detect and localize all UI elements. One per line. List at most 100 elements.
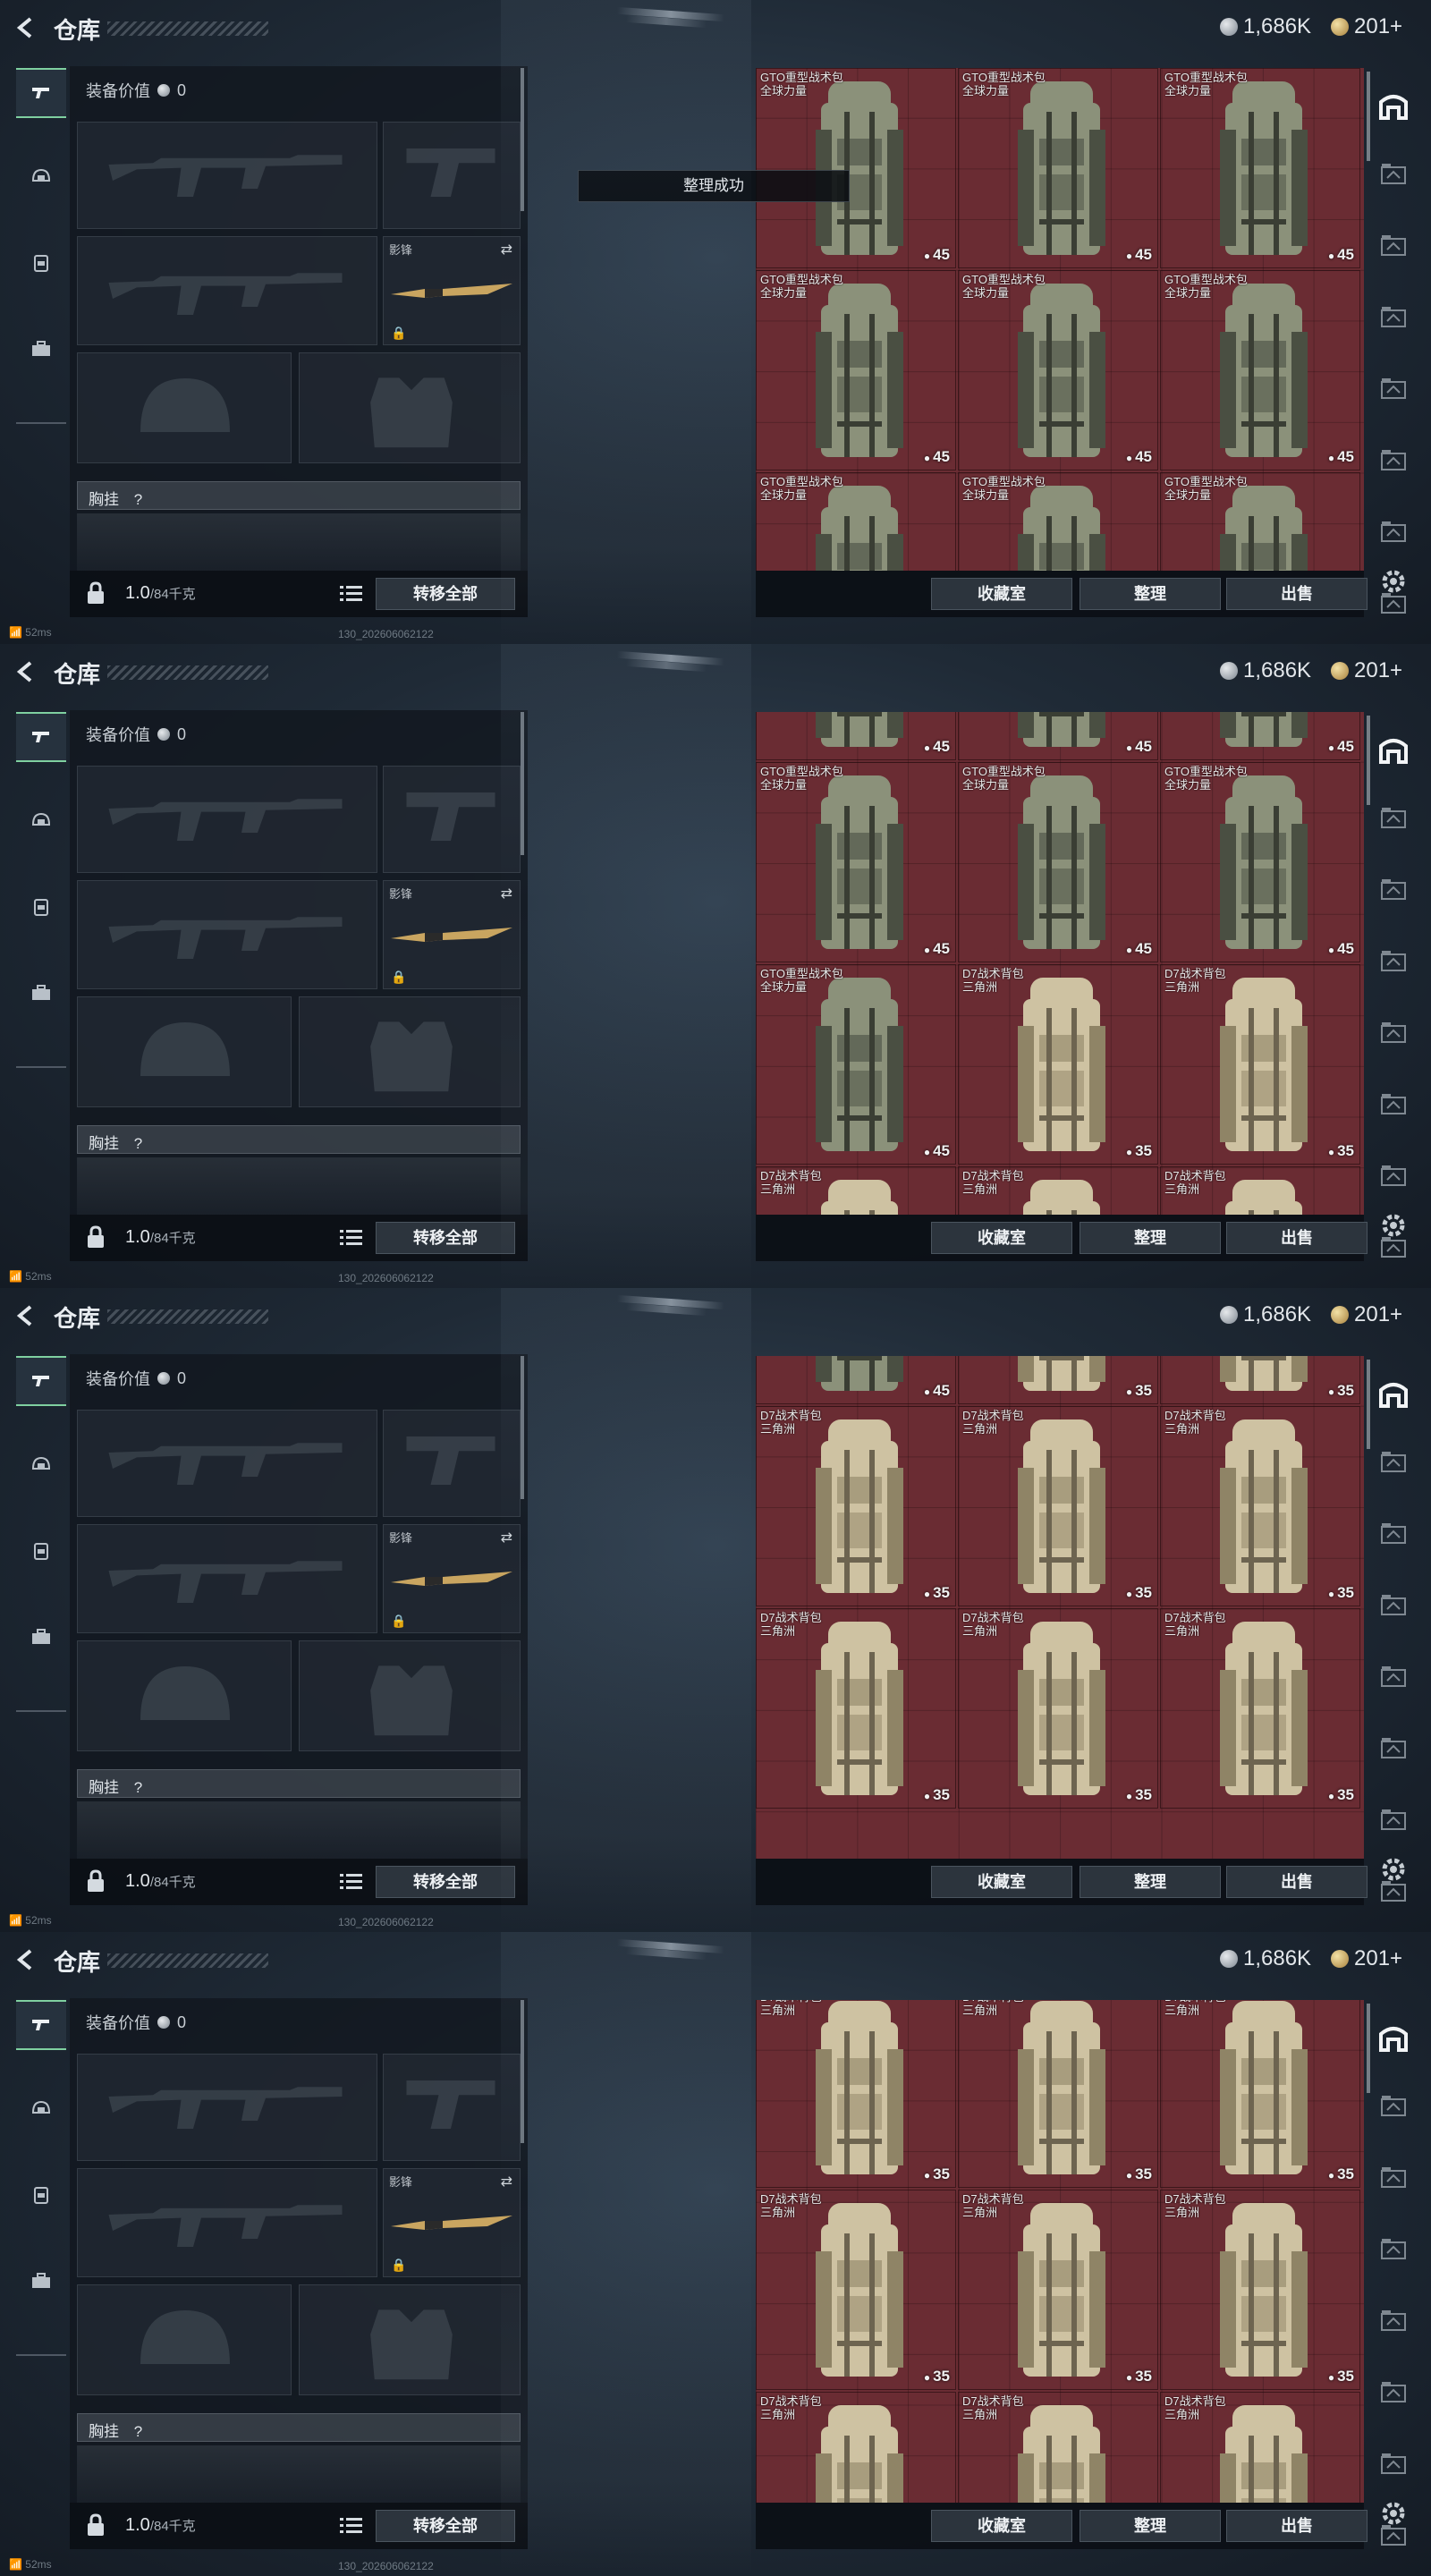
list-icon[interactable] (340, 2515, 363, 2535)
nav-helmet[interactable] (16, 2084, 66, 2134)
storage-tab-icon[interactable] (1374, 2374, 1413, 2410)
equipment-scrollbar[interactable] (521, 1356, 524, 1499)
silver-currency[interactable]: 1,686K (1220, 14, 1311, 39)
inventory-item-gto-backpack[interactable]: GTO重型战术包全球力量●45 (1160, 270, 1360, 470)
pistol-slot[interactable] (383, 122, 521, 229)
gold-currency[interactable]: 201+ (1331, 1946, 1402, 1971)
sell-button[interactable]: 出售 (1226, 1866, 1367, 1898)
nav-helmet[interactable] (16, 152, 66, 202)
inventory-item-d7-backpack[interactable]: D7战术背包三角洲●35 (958, 2000, 1158, 2188)
armor-slot[interactable] (299, 2284, 521, 2395)
silver-currency[interactable]: 1,686K (1220, 1946, 1311, 1971)
gold-currency[interactable]: 201+ (1331, 14, 1402, 39)
storage-tab-icon[interactable] (1374, 1014, 1413, 1050)
inventory-item-d7-backpack[interactable]: D7战术背包三角洲●35 (756, 1406, 956, 1606)
inventory-item-d7-backpack[interactable]: D7战术背包三角洲●35 (756, 2392, 956, 2503)
inventory-item-gto-backpack[interactable]: GTO重型战术包全球力量●45 (1160, 712, 1360, 760)
storage-tab-icon[interactable] (1374, 1587, 1413, 1623)
melee-slot[interactable]: 影锋 ⇄ 🔒 (383, 880, 521, 989)
nav-weapons[interactable] (16, 2000, 66, 2050)
storage-tab-icon[interactable] (1374, 2088, 1413, 2123)
inventory-item-d7-backpack[interactable]: D7战术背包三角洲●35 (1160, 964, 1360, 1165)
chest-rig-slot[interactable] (77, 1801, 521, 1859)
nav-weapons[interactable] (16, 1356, 66, 1406)
transfer-all-button[interactable]: 转移全部 (376, 1866, 515, 1898)
storage-tab-icon[interactable] (1374, 871, 1413, 907)
help-icon[interactable]: ? (134, 1135, 142, 1152)
inventory-item-gto-backpack[interactable]: GTO重型战术包全球力量●45 (958, 472, 1158, 571)
silver-currency[interactable]: 1,686K (1220, 658, 1311, 683)
inventory-item-gto-backpack[interactable]: GTO重型战术包全球力量●45 (756, 472, 956, 571)
inventory-grid[interactable]: GTO重型战术包全球力量●45GTO重型战术包全球力量●45GTO重型战术包全球… (756, 68, 1364, 571)
collection-room-button[interactable]: 收藏室 (931, 1222, 1072, 1254)
storage-tab-icon[interactable] (1374, 227, 1413, 263)
nav-helmet[interactable] (16, 1440, 66, 1490)
inventory-item-d7-backpack[interactable]: D7战术背包三角洲●35 (756, 2190, 956, 2390)
inventory-item-d7-backpack[interactable]: D7战术背包三角洲●35 (756, 1608, 956, 1809)
transfer-all-button[interactable]: 转移全部 (376, 2510, 515, 2542)
chest-rig-slot-header[interactable]: 胸挂 ? (77, 1769, 521, 1798)
nav-weapons[interactable] (16, 712, 66, 762)
sort-button[interactable]: 整理 (1080, 1222, 1221, 1254)
sell-button[interactable]: 出售 (1226, 578, 1367, 610)
secondary-weapon-slot[interactable] (77, 236, 377, 345)
nav-backpack[interactable] (16, 882, 66, 932)
sort-button[interactable]: 整理 (1080, 2510, 1221, 2542)
chest-rig-slot[interactable] (77, 513, 521, 571)
swap-icon[interactable]: ⇄ (501, 885, 512, 902)
melee-slot[interactable]: 影锋 ⇄ 🔒 (383, 2168, 521, 2277)
list-icon[interactable] (340, 583, 363, 603)
collection-room-button[interactable]: 收藏室 (931, 2510, 1072, 2542)
inventory-item-gto-backpack[interactable]: GTO重型战术包全球力量●45 (958, 68, 1158, 268)
inventory-item-gto-backpack[interactable]: GTO重型战术包全球力量●45 (756, 964, 956, 1165)
nav-weapons[interactable] (16, 68, 66, 118)
inventory-item-d7-backpack[interactable]: D7战术背包三角洲●35 (958, 2190, 1158, 2390)
chest-rig-slot[interactable] (77, 1157, 521, 1215)
help-icon[interactable]: ? (134, 2423, 142, 2440)
helmet-slot[interactable] (77, 1640, 292, 1751)
melee-slot[interactable]: 影锋 ⇄ 🔒 (383, 1524, 521, 1633)
inventory-item-d7-backpack[interactable]: D7战术背包三角洲●35 (958, 2392, 1158, 2503)
inventory-item-gto-backpack[interactable]: GTO重型战术包全球力量●45 (1160, 472, 1360, 571)
storage-tab-icon[interactable] (1374, 1515, 1413, 1551)
inventory-item-d7-backpack[interactable]: D7战术背包三角洲●35 (958, 1356, 1158, 1404)
storage-tab-icon[interactable] (1374, 156, 1413, 191)
gear-icon[interactable] (1377, 1853, 1410, 1885)
inventory-scrollbar[interactable] (1367, 72, 1370, 161)
back-arrow-icon[interactable] (13, 1946, 39, 1973)
equipment-scrollbar[interactable] (521, 2000, 524, 2143)
swap-icon[interactable]: ⇄ (501, 2173, 512, 2190)
transfer-all-button[interactable]: 转移全部 (376, 1222, 515, 1254)
sell-button[interactable]: 出售 (1226, 2510, 1367, 2542)
equipment-scrollbar[interactable] (521, 712, 524, 855)
inventory-item-d7-backpack[interactable]: D7战术背包三角洲●35 (1160, 1356, 1360, 1404)
inventory-grid[interactable]: D7战术背包三角洲●35D7战术背包三角洲●35D7战术背包三角洲●35D7战术… (756, 2000, 1364, 2503)
inventory-item-d7-backpack[interactable]: D7战术背包三角洲●35 (1160, 1406, 1360, 1606)
chest-rig-slot-header[interactable]: 胸挂 ? (77, 2413, 521, 2442)
inventory-item-d7-backpack[interactable]: D7战术背包三角洲●35 (1160, 1166, 1360, 1215)
inventory-item-d7-backpack[interactable]: D7战术背包三角洲●35 (1160, 2190, 1360, 2390)
nav-helmet[interactable] (16, 796, 66, 846)
inventory-item-gto-backpack[interactable]: GTO重型战术包全球力量●45 (958, 270, 1158, 470)
sell-button[interactable]: 出售 (1226, 1222, 1367, 1254)
storage-tab-icon[interactable] (1374, 1801, 1413, 1837)
equipment-scrollbar[interactable] (521, 68, 524, 211)
storage-tab-icon[interactable] (1374, 2231, 1413, 2267)
inventory-item-gto-backpack[interactable]: GTO重型战术包全球力量●45 (958, 762, 1158, 962)
storage-tab-icon[interactable] (1374, 513, 1413, 549)
swap-icon[interactable]: ⇄ (501, 241, 512, 258)
helmet-slot[interactable] (77, 352, 292, 463)
pistol-slot[interactable] (383, 766, 521, 873)
storage-tab-icon[interactable] (1374, 2302, 1413, 2338)
storage-tab-icon[interactable] (1374, 943, 1413, 979)
gold-currency[interactable]: 201+ (1331, 658, 1402, 683)
nav-backpack[interactable] (16, 1526, 66, 1576)
inventory-item-gto-backpack[interactable]: GTO重型战术包全球力量●45 (1160, 68, 1360, 268)
nav-backpack[interactable] (16, 238, 66, 288)
storage-tab-icon[interactable] (1374, 1086, 1413, 1122)
inventory-item-d7-backpack[interactable]: D7战术背包三角洲●35 (958, 1406, 1158, 1606)
collection-room-button[interactable]: 收藏室 (931, 1866, 1072, 1898)
inventory-item-gto-backpack[interactable]: GTO重型战术包全球力量●45 (756, 1356, 956, 1404)
inventory-item-gto-backpack[interactable]: GTO重型战术包全球力量●45 (756, 68, 956, 268)
storage-tab-icon[interactable] (1374, 2159, 1413, 2195)
